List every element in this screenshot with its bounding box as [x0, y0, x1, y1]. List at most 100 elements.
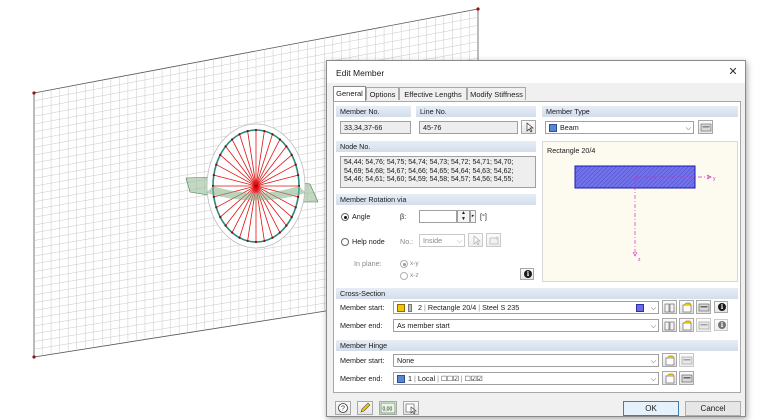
cs-end-value: As member start	[397, 321, 450, 330]
hinge-end-select[interactable]: 1 | Local | ☐☐☑ | ☐☑☑ ⌵	[393, 372, 659, 385]
rib-node	[215, 163, 218, 166]
cs-end-info-button[interactable]: i	[714, 319, 728, 331]
cs-end-library-button[interactable]	[662, 318, 677, 332]
member-type-edit-button[interactable]	[698, 120, 713, 134]
rib-node	[285, 224, 288, 227]
cs-end-edit-button[interactable]	[696, 318, 711, 332]
cs-start-info-button[interactable]: i	[714, 301, 728, 313]
tab-options[interactable]: Options	[366, 87, 399, 100]
edit-member-dialog: Edit Member ✕ General Options Effective …	[326, 60, 746, 417]
cs-end-new-button[interactable]	[679, 318, 694, 332]
rib-node	[254, 128, 258, 132]
rib-node	[290, 153, 293, 156]
hinge-start-select[interactable]: None ⌵	[393, 354, 659, 367]
rib-node	[212, 173, 215, 177]
rib-node	[215, 206, 218, 209]
member-type-select[interactable]: Beam ⌵	[545, 121, 694, 134]
rib-node	[294, 206, 297, 209]
info-icon: i	[718, 303, 726, 311]
edit-button[interactable]	[357, 401, 373, 415]
member-no-field[interactable]: 33,34,37-66	[340, 121, 411, 134]
dialog-titlebar[interactable]: Edit Member ✕	[327, 61, 745, 83]
rib-node	[231, 138, 234, 141]
rib-node	[263, 129, 266, 133]
close-icon[interactable]: ✕	[727, 66, 739, 78]
section-drawing: y z	[574, 165, 716, 263]
library-icon	[664, 303, 675, 313]
pick-help-node-button[interactable]	[468, 233, 483, 247]
rotation-angle-radio[interactable]	[341, 213, 349, 221]
hinge-start-label: Member start:	[340, 356, 385, 365]
chevron-down-icon: ⌵	[650, 358, 656, 365]
beta-menu-arrow[interactable]: ▸	[470, 210, 476, 223]
hinge-end-edit-button[interactable]	[679, 371, 694, 385]
rib-node	[297, 173, 300, 177]
rib-node	[263, 239, 266, 243]
chevron-down-icon: ⌵	[650, 323, 656, 330]
member-type-header: Member Type	[542, 106, 738, 117]
tab-modify-stiffness[interactable]: Modify Stiffness	[467, 87, 526, 100]
help-node-no-label: No.:	[400, 237, 414, 246]
cs-start-new-button[interactable]	[679, 300, 694, 314]
rib-node	[219, 153, 222, 156]
rib-node	[238, 236, 241, 239]
node-no-field[interactable]: 54,44; 54,76; 54,75; 54,74; 54,73; 54,72…	[340, 156, 536, 188]
hinge-end-number: 1	[408, 374, 412, 383]
select-in-graphic-button[interactable]	[403, 401, 419, 415]
rib-node	[297, 195, 300, 199]
hinge-start-edit-button[interactable]	[679, 353, 694, 367]
cs-start-library-button[interactable]	[662, 300, 677, 314]
beta-spinner[interactable]: ▲ ▼	[457, 210, 470, 223]
cs-start-name: Rectangle 20/4	[427, 303, 477, 312]
member-rotation-header: Member Rotation via	[336, 194, 536, 205]
help-button[interactable]: ?	[335, 401, 351, 415]
rib-node	[219, 216, 222, 219]
hinge-end-label: Member end:	[340, 374, 383, 383]
rib-node	[231, 231, 234, 234]
plane-xy-label: x-y	[410, 260, 419, 267]
general-tab-panel: Member No. 33,34,37-66 Line No. 45-76 Me…	[333, 101, 741, 393]
cs-start-label: Member start:	[340, 303, 385, 312]
cs-start-select[interactable]: 2 | Rectangle 20/4 | Steel S 235 ⌵	[393, 301, 659, 314]
help-node-radio[interactable]	[341, 238, 349, 246]
new-hinge-icon	[665, 355, 675, 366]
hinge-end-new-button[interactable]	[662, 371, 677, 385]
material-color-swatch	[397, 304, 405, 312]
cs-end-select[interactable]: As member start ⌵	[393, 319, 659, 332]
member-hinge-header: Member Hinge	[336, 340, 738, 351]
cross-section-preview: Rectangle 20/4 y z	[542, 141, 738, 282]
rib-node	[254, 240, 258, 244]
axis-y-label: y	[713, 176, 716, 182]
plane-xy-radio[interactable]	[400, 260, 408, 268]
new-help-node-button[interactable]	[486, 233, 501, 247]
ok-button[interactable]: OK	[623, 401, 679, 416]
rib-node	[290, 216, 293, 219]
node-list-line: 54,69; 54,68; 54,67; 54,66; 54,65; 54,64…	[344, 167, 514, 175]
plane-xz-radio[interactable]	[400, 272, 408, 280]
member-no-header: Member No.	[336, 106, 411, 117]
edit-library-icon	[700, 123, 712, 132]
edit-section-icon	[698, 303, 710, 312]
zero-value-icon: 0,00	[380, 402, 396, 414]
node-list-line: 54,46; 54,61; 54,60; 54,59; 54,58; 54,57…	[344, 176, 514, 184]
chevron-down-icon: ⌵	[650, 305, 656, 312]
hinge-start-new-button[interactable]	[662, 353, 677, 367]
cancel-button[interactable]: Cancel	[685, 401, 741, 416]
tab-effective-lengths[interactable]: Effective Lengths	[399, 87, 467, 100]
beta-unit: [°]	[480, 212, 487, 221]
new-hinge-icon	[665, 373, 675, 384]
help-node-select[interactable]: Inside ⌵	[419, 234, 465, 247]
rib-node	[224, 224, 227, 227]
tab-general[interactable]: General	[333, 86, 366, 101]
rib-node	[271, 133, 274, 136]
rib-node	[246, 129, 249, 133]
pick-line-button[interactable]	[521, 120, 536, 134]
set-zero-button[interactable]: 0,00	[379, 401, 397, 415]
rib-members	[211, 128, 301, 244]
edit-hinge-icon	[681, 374, 693, 383]
rib-node	[278, 138, 281, 141]
cs-start-edit-button[interactable]	[696, 300, 711, 314]
beta-input[interactable]	[419, 210, 457, 223]
line-no-field[interactable]: 45-76	[419, 121, 518, 134]
rotation-info-button[interactable]: i	[520, 268, 534, 280]
